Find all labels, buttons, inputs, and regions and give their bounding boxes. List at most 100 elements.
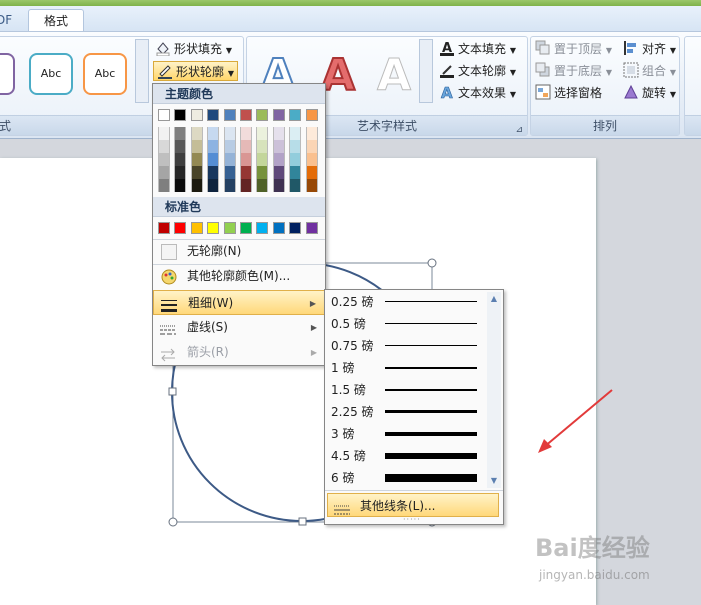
no-outline-item[interactable]: 无轮廓(N) <box>153 239 325 264</box>
theme-color-shade-swatch[interactable] <box>305 127 318 140</box>
theme-color-swatch[interactable] <box>256 109 269 121</box>
scroll-up-icon[interactable]: ▲ <box>487 292 501 306</box>
theme-color-swatch[interactable] <box>272 109 285 121</box>
shape-style-preset-2[interactable]: Abc <box>29 53 73 95</box>
theme-color-swatch[interactable] <box>289 109 302 121</box>
theme-color-shade-swatch[interactable] <box>240 127 252 140</box>
theme-color-shade-swatch[interactable] <box>174 140 187 153</box>
shape-outline-button[interactable]: 形状轮廓 ▼ <box>153 61 238 81</box>
scroll-down-icon[interactable]: ▼ <box>487 474 501 488</box>
rotate-button[interactable]: 旋转 ▼ <box>623 83 676 103</box>
more-outline-colors-item[interactable]: 其他轮廓颜色(M)... <box>153 264 325 289</box>
resize-handle-bl[interactable] <box>168 517 178 527</box>
theme-color-shade-swatch[interactable] <box>256 166 269 179</box>
resize-handle-tr[interactable] <box>427 258 437 268</box>
theme-color-shade-swatch[interactable] <box>223 153 236 166</box>
theme-color-shade-swatch[interactable] <box>223 140 236 153</box>
theme-color-shade-swatch[interactable] <box>305 153 318 166</box>
align-button[interactable]: 对齐 ▼ <box>623 39 676 59</box>
theme-color-shade-swatch[interactable] <box>256 179 269 192</box>
weight-option[interactable]: 1.5 磅 <box>325 379 483 401</box>
theme-color-shade-swatch[interactable] <box>305 140 318 153</box>
theme-color-shade-swatch[interactable] <box>305 179 318 192</box>
resize-grip-icon[interactable]: ····· <box>403 515 421 524</box>
theme-color-shade-swatch[interactable] <box>207 140 220 153</box>
theme-color-shade-swatch[interactable] <box>256 153 269 166</box>
resize-handle-left[interactable] <box>168 387 177 396</box>
weight-option[interactable]: 0.25 磅 <box>325 291 483 313</box>
shape-style-gallery-scroll[interactable] <box>135 39 149 103</box>
standard-color-swatch[interactable] <box>158 222 170 234</box>
theme-color-swatch[interactable] <box>305 109 318 121</box>
weight-option[interactable]: 0.5 磅 <box>325 313 483 335</box>
shape-style-preset-3[interactable]: Abc <box>83 53 127 95</box>
text-outline-button[interactable]: 文本轮廓 ▼ <box>439 61 516 81</box>
standard-color-swatch[interactable] <box>305 222 318 234</box>
theme-color-shade-swatch[interactable] <box>272 127 285 140</box>
theme-color-shade-swatch[interactable] <box>190 179 203 192</box>
weight-option[interactable]: 4.5 磅 <box>325 445 483 467</box>
standard-color-swatch[interactable] <box>240 222 252 234</box>
weight-option[interactable]: 2.25 磅 <box>325 401 483 423</box>
theme-color-shade-swatch[interactable] <box>223 127 236 140</box>
standard-color-swatch[interactable] <box>289 222 302 234</box>
text-effects-button[interactable]: A 文本效果 ▼ <box>439 83 516 103</box>
theme-color-shade-swatch[interactable] <box>190 153 203 166</box>
theme-color-shade-swatch[interactable] <box>256 140 269 153</box>
standard-color-swatch[interactable] <box>223 222 236 234</box>
theme-color-shade-swatch[interactable] <box>240 179 252 192</box>
theme-color-shade-swatch[interactable] <box>289 127 302 140</box>
tab-format[interactable]: 格式 <box>28 9 84 33</box>
arrows-item[interactable]: 箭头(R) ▶ <box>153 340 325 365</box>
theme-color-shade-swatch[interactable] <box>174 166 187 179</box>
theme-color-shade-swatch[interactable] <box>207 166 220 179</box>
wordart-preset-3[interactable]: A <box>369 49 419 103</box>
dashes-item[interactable]: 虚线(S) ▶ <box>153 315 325 340</box>
theme-color-shade-swatch[interactable] <box>158 153 170 166</box>
theme-color-shade-swatch[interactable] <box>158 127 170 140</box>
theme-color-shade-swatch[interactable] <box>207 179 220 192</box>
weight-option[interactable]: 3 磅 <box>325 423 483 445</box>
theme-color-swatch[interactable] <box>207 109 220 121</box>
theme-color-swatch[interactable] <box>158 109 170 121</box>
theme-color-shade-swatch[interactable] <box>207 127 220 140</box>
standard-color-swatch[interactable] <box>174 222 187 234</box>
theme-color-shade-swatch[interactable] <box>272 153 285 166</box>
tab-pdf[interactable]: DF <box>0 9 16 33</box>
standard-color-swatch[interactable] <box>207 222 220 234</box>
theme-color-shade-swatch[interactable] <box>158 166 170 179</box>
theme-color-shade-swatch[interactable] <box>158 140 170 153</box>
theme-color-shade-swatch[interactable] <box>305 166 318 179</box>
theme-color-shade-swatch[interactable] <box>190 140 203 153</box>
theme-color-swatch[interactable] <box>223 109 236 121</box>
theme-color-swatch[interactable] <box>190 109 203 121</box>
text-fill-button[interactable]: A 文本填充 ▼ <box>439 39 516 59</box>
theme-color-shade-swatch[interactable] <box>223 179 236 192</box>
theme-color-shade-swatch[interactable] <box>289 179 302 192</box>
theme-color-swatch[interactable] <box>174 109 187 121</box>
theme-color-shade-swatch[interactable] <box>174 153 187 166</box>
theme-color-shade-swatch[interactable] <box>174 179 187 192</box>
theme-color-shade-swatch[interactable] <box>289 153 302 166</box>
weight-option[interactable]: 0.75 磅 <box>325 335 483 357</box>
theme-color-shade-swatch[interactable] <box>190 127 203 140</box>
theme-color-shade-swatch[interactable] <box>272 166 285 179</box>
shape-fill-button[interactable]: 形状填充 ▼ <box>155 39 232 59</box>
wordart-gallery-scroll[interactable] <box>419 39 433 103</box>
theme-color-shade-swatch[interactable] <box>223 166 236 179</box>
theme-color-shade-swatch[interactable] <box>240 166 252 179</box>
theme-color-shade-swatch[interactable] <box>272 179 285 192</box>
theme-color-shade-swatch[interactable] <box>272 140 285 153</box>
standard-color-swatch[interactable] <box>190 222 203 234</box>
bring-to-front-button[interactable]: 置于顶层 ▼ <box>535 39 612 59</box>
group-button[interactable]: 组合 ▼ <box>623 61 676 81</box>
theme-color-shade-swatch[interactable] <box>158 179 170 192</box>
theme-color-shade-swatch[interactable] <box>240 153 252 166</box>
theme-color-shade-swatch[interactable] <box>174 127 187 140</box>
theme-color-shade-swatch[interactable] <box>256 127 269 140</box>
theme-color-shade-swatch[interactable] <box>190 166 203 179</box>
standard-color-swatch[interactable] <box>272 222 285 234</box>
weight-option[interactable]: 1 磅 <box>325 357 483 379</box>
selection-pane-button[interactable]: 选择窗格 <box>535 83 602 103</box>
weight-option[interactable]: 6 磅 <box>325 467 483 489</box>
